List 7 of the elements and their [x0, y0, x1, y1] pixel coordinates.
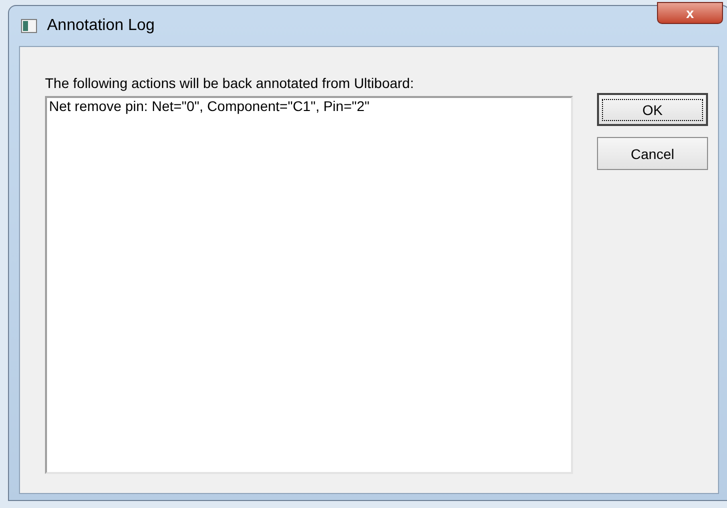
- dialog-button[interactable]: Cancel: [597, 137, 708, 170]
- window-title: Annotation Log: [47, 16, 155, 36]
- instruction-text: The following actions will be back annotated from Ultiboard:: [45, 75, 415, 92]
- app-icon: [21, 19, 37, 33]
- actions-list[interactable]: Net remove pin: Net="0", Component="C1", Pin="2": [45, 96, 573, 474]
- dialog-button[interactable]: OK: [597, 93, 708, 126]
- list-item[interactable]: Net remove pin: Net="0", Component="C1", Pin="2": [49, 98, 569, 115]
